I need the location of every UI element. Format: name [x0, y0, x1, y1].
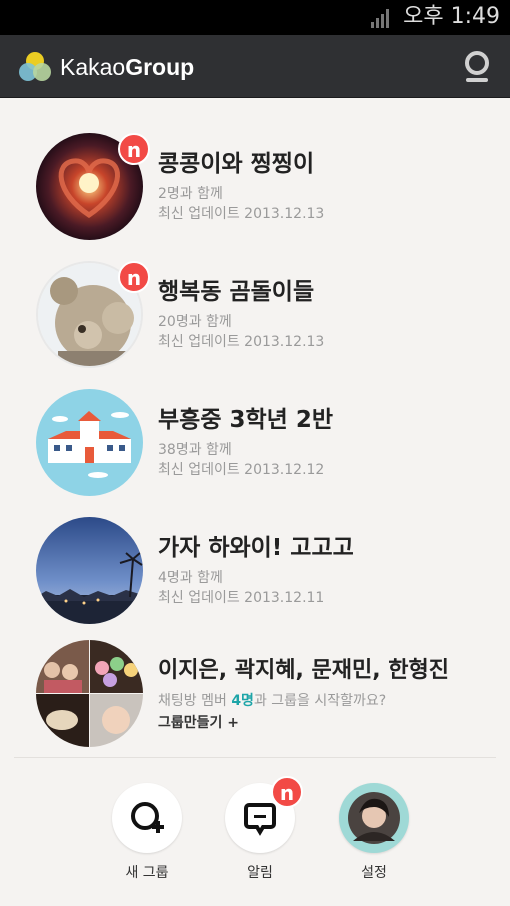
app-bar: KakaoGroup — [0, 35, 510, 98]
suggestion-text: 채팅방 멤버 4명과 그룹을 시작할까요? — [158, 692, 386, 710]
signal-icon — [371, 9, 389, 28]
create-group-label: 그룹만들기 — [158, 715, 223, 731]
settings-label: 설정 — [361, 865, 387, 881]
new-group-button[interactable] — [112, 783, 182, 853]
group-updated: 최신 업데이트 2013.12.13 — [158, 206, 325, 222]
group-members: 20명과 함께 — [158, 314, 232, 330]
suggested-group-title: 이지은, 곽지혜, 문재민, 한형진 — [158, 658, 449, 683]
group-item[interactable]: 부흥중 3학년 2반 38명과 함께 최신 업데이트 2013.12.12 — [0, 389, 510, 517]
app-title-light: Kakao — [60, 54, 126, 80]
app-title: KakaoGroup — [60, 53, 194, 81]
settings-button[interactable] — [339, 783, 409, 853]
new-group-label: 새 그룹 — [125, 865, 169, 881]
new-group-icon — [131, 802, 164, 833]
suggestion-text-after: 과 그룹을 시작할까요? — [253, 693, 387, 709]
group-item[interactable]: n 콩콩이와 찡찡이 2명과 함께 최신 업데이트 2013.12.13 — [0, 133, 510, 261]
suggestion-text-before: 채팅방 멤버 — [158, 693, 232, 709]
group-thumbnail — [36, 389, 143, 496]
new-badge: n — [118, 133, 150, 165]
group-title: 행복동 곰돌이들 — [158, 279, 315, 305]
divider — [14, 757, 496, 758]
group-members: 4명과 함께 — [158, 570, 223, 586]
new-badge: n — [118, 261, 150, 293]
kakaogroup-logo-icon — [19, 52, 51, 81]
group-updated: 최신 업데이트 2013.12.13 — [158, 334, 325, 350]
create-group-link[interactable]: 그룹만들기 + — [158, 714, 239, 732]
group-updated: 최신 업데이트 2013.12.12 — [158, 462, 325, 478]
app-title-bold: Group — [125, 54, 195, 80]
suggested-group-thumbnail — [36, 640, 143, 747]
group-item[interactable]: n 행복동 곰돌이들 20명과 함께 최신 업데이트 2013.12.13 — [0, 261, 510, 389]
group-members: 38명과 함께 — [158, 442, 232, 458]
status-time: 오후 1:49 — [403, 4, 500, 29]
group-item[interactable]: 가자 하와이! 고고고 4명과 함께 최신 업데이트 2013.12.11 — [0, 517, 510, 645]
status-bar: 오후 1:49 — [0, 0, 510, 35]
notifications-badge: n — [271, 776, 303, 808]
group-title: 콩콩이와 찡찡이 — [158, 151, 315, 177]
suggested-group-item[interactable]: 이지은, 곽지혜, 문재민, 한형진 채팅방 멤버 4명과 그룹을 시작할까요?… — [0, 640, 510, 768]
profile-icon[interactable] — [462, 50, 492, 84]
group-updated: 최신 업데이트 2013.12.11 — [158, 590, 325, 606]
group-title: 부흥중 3학년 2반 — [158, 407, 333, 433]
notifications-label: 알림 — [247, 865, 273, 881]
group-members: 2명과 함께 — [158, 186, 223, 202]
group-title: 가자 하와이! 고고고 — [158, 535, 354, 561]
suggestion-count: 4명 — [231, 693, 254, 709]
plus-icon: + — [227, 715, 240, 731]
settings-avatar — [348, 792, 400, 844]
group-thumbnail — [36, 517, 143, 624]
